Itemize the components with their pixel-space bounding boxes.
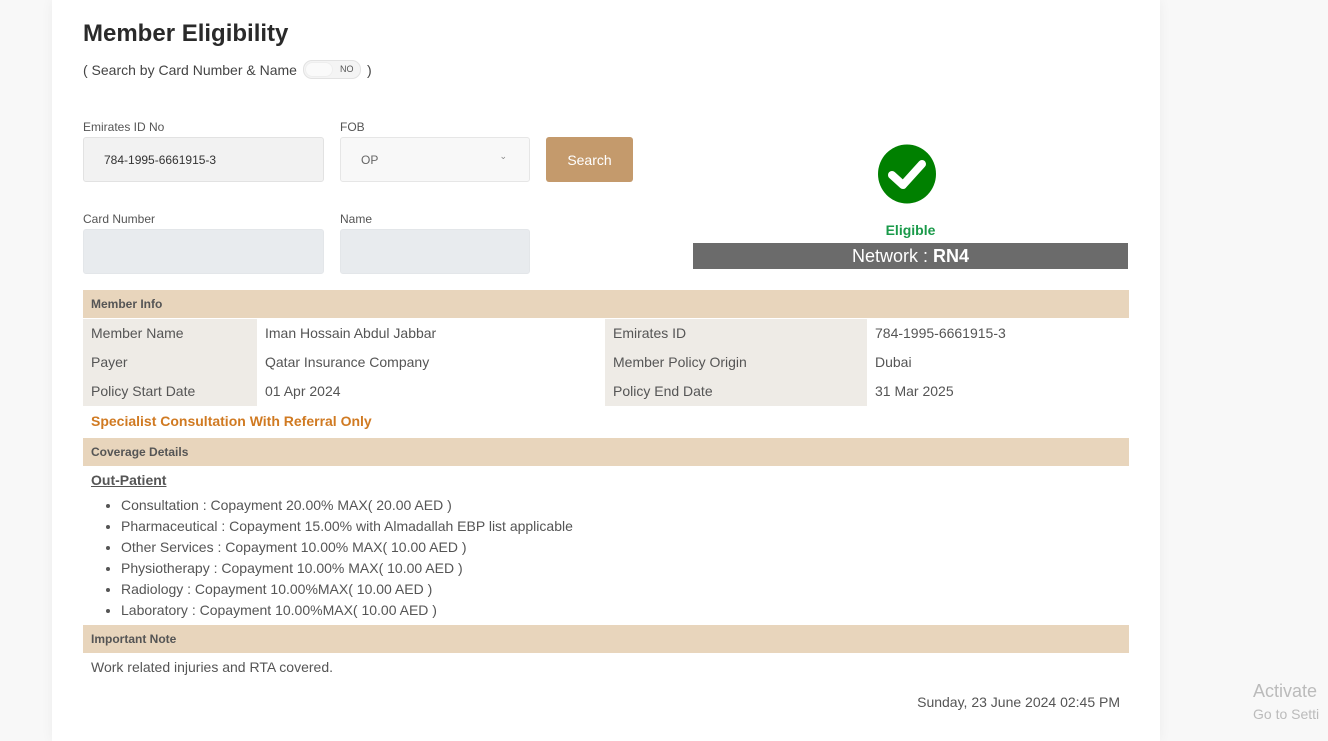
name-label: Name (340, 212, 373, 226)
policy-end-value: 31 Mar 2025 (875, 383, 954, 399)
network-label: Network : (851, 246, 933, 266)
coverage-item: Pharmaceutical : Copayment 15.00% with A… (121, 516, 573, 537)
member-name-key: Member Name (83, 319, 257, 348)
policy-start-value: 01 Apr 2024 (265, 383, 341, 399)
fob-value: OP (361, 153, 379, 167)
policy-origin-key: Member Policy Origin (605, 348, 867, 377)
member-info-header: Member Info (83, 290, 1129, 318)
referral-note: Specialist Consultation With Referral On… (91, 413, 372, 429)
toggle-state: NO (339, 64, 354, 74)
toggle-label: ( Search by Card Number & Name (83, 61, 297, 78)
activation-watermark-subtitle: Go to Setti (1253, 706, 1320, 722)
check-circle-icon (878, 144, 936, 204)
payer-key: Payer (83, 348, 257, 377)
coverage-item: Physiotherapy : Copayment 10.00% MAX( 10… (121, 558, 573, 579)
coverage-item: Radiology : Copayment 10.00%MAX( 10.00 A… (121, 579, 573, 600)
timestamp: Sunday, 23 June 2024 02:45 PM (917, 694, 1120, 710)
policy-end-key: Policy End Date (605, 377, 867, 406)
fob-label: FOB (340, 120, 365, 134)
coverage-item: Consultation : Copayment 20.00% MAX( 20.… (121, 495, 573, 516)
coverage-list: Consultation : Copayment 20.00% MAX( 20.… (121, 495, 573, 621)
payer-value: Qatar Insurance Company (265, 354, 430, 370)
search-by-card-toggle[interactable]: NO (302, 60, 361, 79)
chevron-down-icon: ⌄ (499, 151, 507, 161)
coverage-category: Out-Patient (91, 472, 167, 488)
search-mode-toggle-row: ( Search by Card Number & Name NO ) (83, 60, 372, 79)
card-number-input[interactable] (83, 229, 324, 274)
coverage-header: Coverage Details (83, 438, 1129, 466)
emirates-id-key: Emirates ID (605, 319, 867, 348)
coverage-item: Other Services : Copayment 10.00% MAX( 1… (121, 537, 573, 558)
important-note-header: Important Note (83, 625, 1129, 653)
page-title: Member Eligibility (83, 20, 289, 47)
emirates-id-value: 784-1995-6661915-3 (875, 325, 1006, 341)
fob-select[interactable]: OP ⌄ (340, 137, 530, 182)
member-name-value: Iman Hossain Abdul Jabbar (265, 325, 437, 341)
eligibility-status: Eligible (885, 222, 936, 238)
activation-watermark-title: Activate (1253, 681, 1318, 701)
policy-start-key: Policy Start Date (83, 377, 257, 406)
toggle-label-close: ) (366, 61, 372, 78)
network-banner: Network : RN4 (693, 243, 1128, 269)
coverage-item: Laboratory : Copayment 10.00%MAX( 10.00 … (121, 600, 573, 621)
network-value: RN4 (933, 246, 970, 266)
important-note-text: Work related injuries and RTA covered. (91, 659, 334, 675)
search-button[interactable]: Search (546, 137, 633, 182)
policy-origin-value: Dubai (875, 354, 912, 370)
emirates-id-label: Emirates ID No (83, 120, 165, 134)
card-number-label: Card Number (83, 212, 156, 226)
name-input[interactable] (340, 229, 530, 274)
emirates-id-input[interactable]: 784-1995-6661915-3 (83, 137, 324, 182)
